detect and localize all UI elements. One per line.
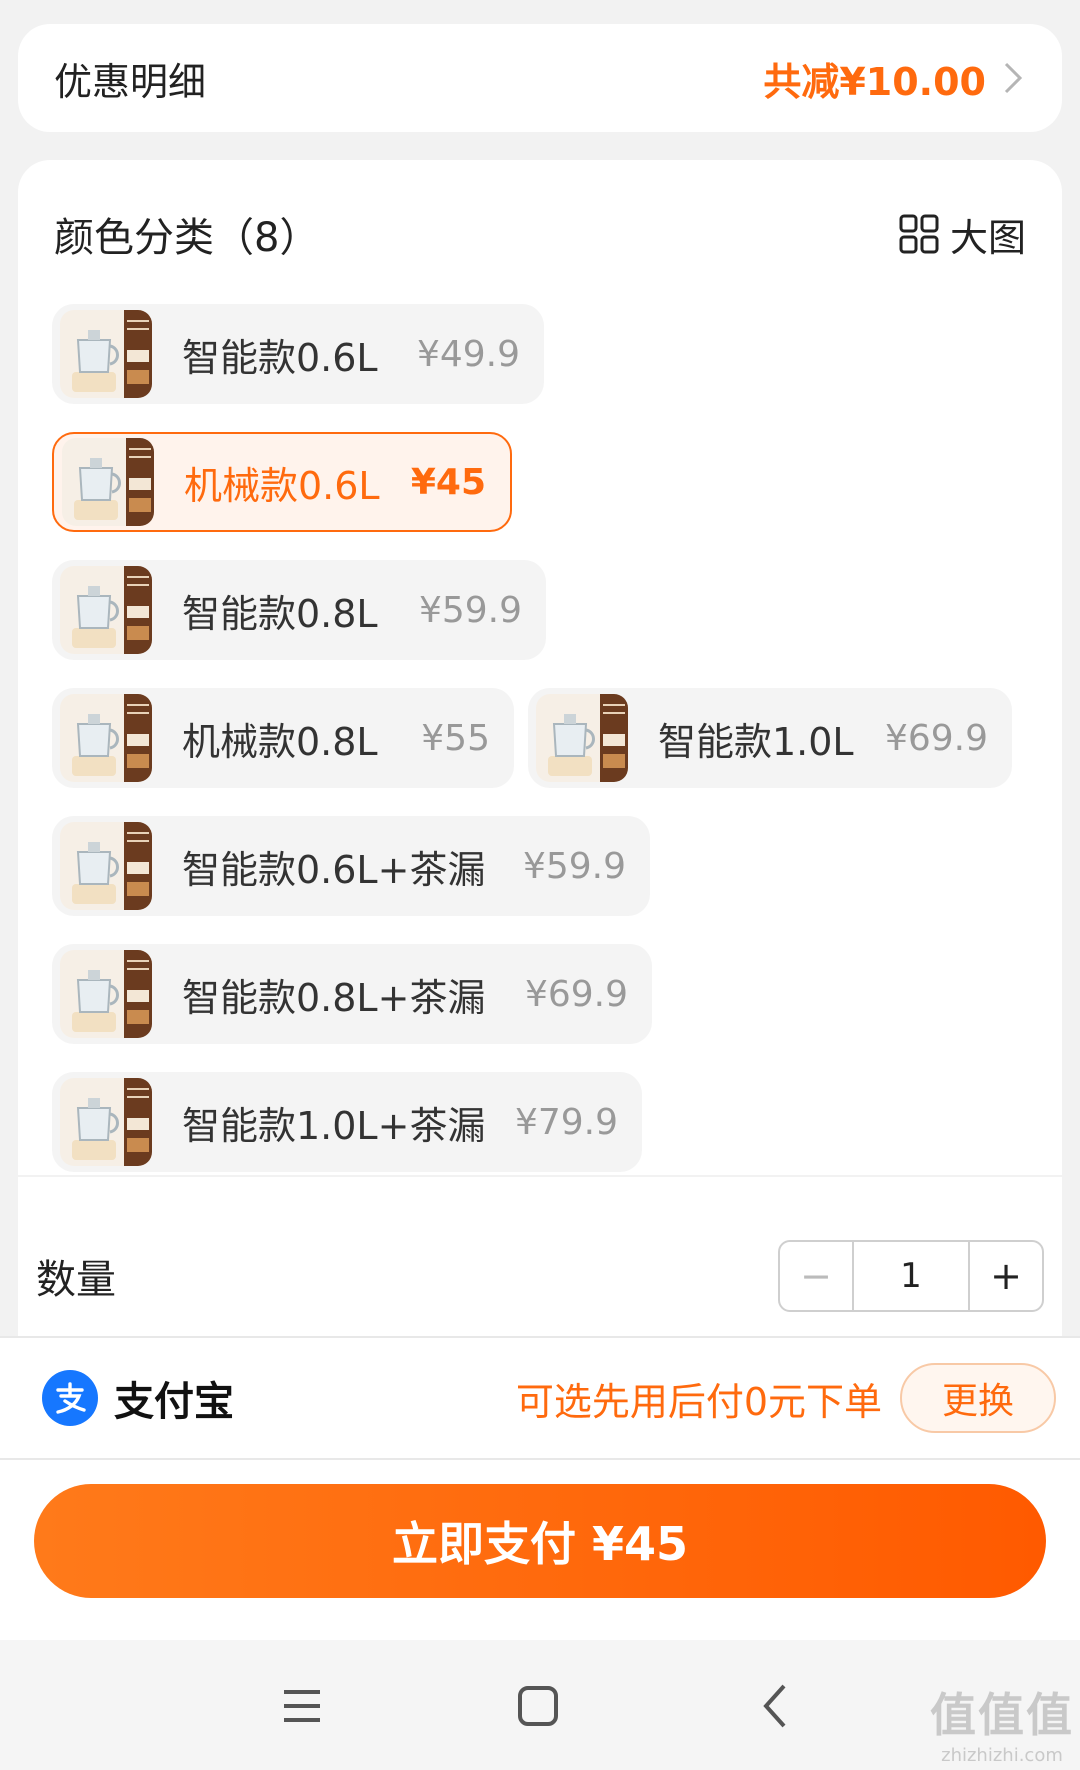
sku-option-price: ¥45 <box>410 461 486 503</box>
sku-option-name: 机械款0.6L <box>184 463 380 508</box>
sku-section-title: 颜色分类（8） <box>54 215 320 261</box>
quantity-value[interactable]: 1 <box>852 1242 970 1310</box>
product-thumbnail <box>536 694 628 782</box>
sku-option[interactable]: 机械款0.6L ¥45 <box>52 432 512 532</box>
sku-option[interactable]: 机械款0.8L ¥55 <box>52 688 514 788</box>
sku-option-price: ¥59.9 <box>522 845 626 887</box>
back-icon[interactable] <box>746 1676 806 1736</box>
sku-option-name: 智能款0.8L <box>182 591 378 636</box>
watermark: 值值值 zhizhizhi.com <box>930 1679 1074 1766</box>
product-thumbnail <box>60 566 152 654</box>
big-view-label: 大图 <box>949 215 1026 260</box>
sku-option[interactable]: 智能款0.6L ¥49.9 <box>52 304 544 404</box>
discount-amount: 共减¥10.00 <box>763 59 986 104</box>
sku-option[interactable]: 智能款1.0L+茶漏 ¥79.9 <box>52 1072 642 1172</box>
sku-option-price: ¥59.9 <box>418 589 522 631</box>
sku-option-price: ¥69.9 <box>524 973 628 1015</box>
sku-option-price: ¥79.9 <box>514 1101 618 1143</box>
product-thumbnail <box>60 310 152 398</box>
chevron-right-icon <box>1004 62 1023 94</box>
sku-header: 颜色分类（8） 大图 <box>54 204 1026 264</box>
increase-button[interactable]: + <box>970 1242 1042 1310</box>
submit-area: 立即支付 ¥45 <box>0 1460 1080 1640</box>
sku-option-price: ¥49.9 <box>416 333 520 375</box>
sku-option-name: 智能款1.0L <box>658 719 854 764</box>
sku-option-price: ¥69.9 <box>884 717 988 759</box>
sku-option[interactable]: 智能款0.8L ¥59.9 <box>52 560 546 660</box>
product-thumbnail <box>60 1078 152 1166</box>
watermark-site: zhizhizhi.com <box>941 1745 1063 1766</box>
sku-option-name: 智能款0.8L+茶漏 <box>182 975 486 1020</box>
quantity-label: 数量 <box>36 1257 116 1303</box>
sku-option-name: 智能款0.6L+茶漏 <box>182 847 486 892</box>
pay-later-hint[interactable]: 可选先用后付0元下单 <box>516 1371 882 1426</box>
discount-detail-row[interactable]: 优惠明细 共减¥10.00 <box>18 24 1062 132</box>
product-thumbnail <box>60 694 152 782</box>
system-nav-bar: 值值值 zhizhizhi.com <box>0 1640 1080 1770</box>
pay-now-button[interactable]: 立即支付 ¥45 <box>34 1484 1046 1598</box>
product-thumbnail <box>60 950 152 1038</box>
alipay-logo-icon <box>42 1370 98 1426</box>
sku-option-name: 智能款1.0L+茶漏 <box>182 1103 486 1148</box>
grid-view-icon <box>899 214 939 254</box>
product-thumbnail <box>62 438 154 526</box>
discount-title: 优惠明细 <box>54 59 207 104</box>
sku-option-name: 智能款0.6L <box>182 335 378 380</box>
payment-method-row: 支付宝 可选先用后付0元下单 更换 <box>0 1336 1080 1460</box>
sku-option-name: 机械款0.8L <box>182 719 378 764</box>
payment-method-name: 支付宝 <box>114 1379 234 1425</box>
quantity-row: 数量 − 1 + <box>36 1236 1044 1316</box>
sku-option[interactable]: 智能款0.6L+茶漏 ¥59.9 <box>52 816 650 916</box>
big-view-toggle[interactable]: 大图 <box>898 207 1026 262</box>
sku-option[interactable]: 智能款1.0L ¥69.9 <box>528 688 1012 788</box>
menu-icon[interactable] <box>272 1676 332 1736</box>
sku-option-price: ¥55 <box>421 717 490 759</box>
home-icon[interactable] <box>508 1676 568 1736</box>
quantity-stepper[interactable]: − 1 + <box>778 1240 1044 1312</box>
sku-option[interactable]: 智能款0.8L+茶漏 ¥69.9 <box>52 944 652 1044</box>
change-payment-button[interactable]: 更换 <box>900 1363 1056 1433</box>
product-thumbnail <box>60 822 152 910</box>
section-divider <box>18 1175 1062 1177</box>
decrease-button[interactable]: − <box>780 1242 852 1310</box>
watermark-brand: 值值值 <box>930 1688 1074 1742</box>
